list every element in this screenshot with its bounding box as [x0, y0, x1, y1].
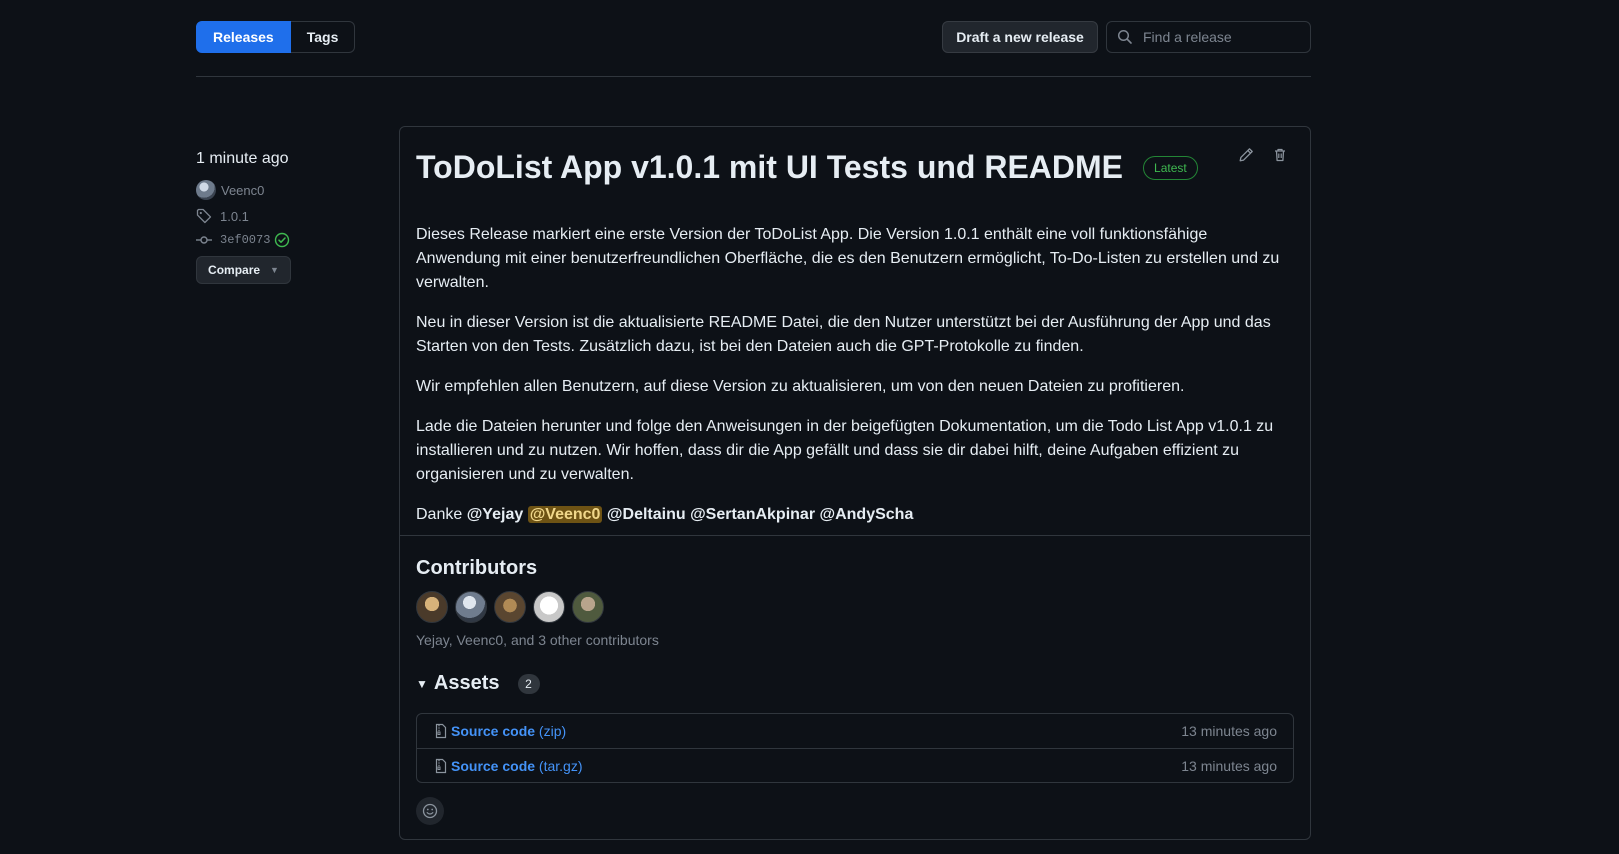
- tag-name[interactable]: 1.0.1: [220, 209, 249, 224]
- release-title[interactable]: ToDoList App v1.0.1 mit UI Tests und REA…: [416, 149, 1123, 186]
- avatar[interactable]: [494, 591, 526, 623]
- contributors-summary: Yejay, Veenc0, and 3 other contributors: [416, 632, 659, 648]
- draft-release-button[interactable]: Draft a new release: [942, 21, 1098, 53]
- commit-row[interactable]: 3ef0073: [196, 232, 376, 248]
- trash-icon[interactable]: [1272, 147, 1288, 163]
- author-name[interactable]: Veenc0: [221, 183, 264, 198]
- commit-hash[interactable]: 3ef0073: [220, 233, 270, 247]
- mention-andyscha[interactable]: @AndyScha: [820, 506, 914, 523]
- release-search: [1106, 21, 1311, 53]
- avatar[interactable]: [533, 591, 565, 623]
- file-zip-icon: [435, 758, 447, 773]
- avatar[interactable]: [455, 591, 487, 623]
- list-item: Source code (tar.gz) 13 minutes ago: [417, 748, 1293, 782]
- search-input[interactable]: [1141, 28, 1301, 46]
- assets-count-badge: 2: [517, 673, 540, 694]
- release-time: 1 minute ago: [196, 150, 289, 167]
- edit-pencil-icon[interactable]: [1238, 147, 1254, 163]
- assets-toggle[interactable]: ▼ Assets 2: [416, 672, 540, 695]
- asset-name: Source code: [451, 757, 536, 774]
- check-circle-icon: [275, 232, 290, 248]
- assets-heading: Assets: [433, 672, 500, 694]
- add-reaction-button[interactable]: [416, 797, 444, 825]
- latest-badge: Latest: [1143, 155, 1198, 180]
- release-title-row: ToDoList App v1.0.1 mit UI Tests und REA…: [416, 149, 1198, 186]
- tag-row[interactable]: 1.0.1: [196, 208, 376, 224]
- release-notes: Dieses Release markiert eine erste Versi…: [416, 223, 1286, 543]
- tab-tags[interactable]: Tags: [290, 21, 356, 53]
- tab-releases[interactable]: Releases: [196, 21, 291, 53]
- mention-deltainu[interactable]: @Deltainu: [607, 506, 686, 523]
- releases-tags-subnav: Releases Tags: [196, 21, 356, 53]
- asset-ext: (tar.gz): [538, 757, 583, 774]
- smiley-icon: [422, 803, 438, 819]
- notes-paragraph: Lade die Dateien herunter und folge den …: [416, 418, 1274, 483]
- avatar[interactable]: [416, 591, 448, 623]
- search-icon: [1117, 29, 1132, 44]
- mention-yejay[interactable]: @Yejay: [467, 506, 524, 523]
- asset-name: Source code: [451, 723, 536, 739]
- header-divider: [196, 76, 1311, 77]
- notes-paragraph: Dieses Release markiert eine erste Versi…: [416, 226, 1280, 291]
- compare-button[interactable]: Compare ▼: [196, 256, 291, 284]
- chevron-down-icon: ▼: [270, 265, 279, 275]
- thanks-line: Danke @Yejay @Veenc0 @Deltainu @SertanAk…: [416, 503, 1286, 527]
- release-actions: [1238, 147, 1288, 163]
- list-item: Source code (zip) 13 minutes ago: [417, 714, 1293, 748]
- compare-label: Compare: [208, 263, 261, 277]
- asset-link-targz[interactable]: Source code (tar.gz): [451, 758, 583, 774]
- author-row[interactable]: Veenc0: [196, 180, 376, 200]
- tag-icon: [196, 208, 212, 224]
- release-meta: 1 minute ago Veenc0 1.0.1 3ef0073 Compar…: [196, 150, 376, 284]
- assets-list: Source code (zip) 13 minutes ago Source …: [416, 713, 1294, 783]
- notes-paragraph: Wir empfehlen allen Benutzern, auf diese…: [416, 378, 1185, 395]
- release-card: ToDoList App v1.0.1 mit UI Tests und REA…: [399, 126, 1311, 840]
- asset-time: 13 minutes ago: [1181, 723, 1277, 739]
- avatar[interactable]: [572, 591, 604, 623]
- contributor-avatars: [416, 591, 604, 623]
- author-avatar: [196, 180, 216, 200]
- notes-paragraph: Neu in dieser Version ist die aktualisie…: [416, 314, 1271, 355]
- mention-veenc0[interactable]: @Veenc0: [527, 506, 603, 523]
- file-zip-icon: [435, 723, 447, 739]
- triangle-down-icon: ▼: [416, 676, 428, 691]
- commit-icon: [196, 236, 212, 244]
- asset-time: 13 minutes ago: [1181, 757, 1277, 774]
- asset-ext: (zip): [538, 723, 567, 739]
- section-divider: [400, 535, 1310, 536]
- releases-page: Releases Tags Draft a new release 1 minu…: [0, 0, 1619, 854]
- contributors-heading: Contributors: [416, 557, 538, 579]
- asset-link-zip[interactable]: Source code (zip): [451, 723, 566, 739]
- mention-sertanakpinar[interactable]: @SertanAkpinar: [690, 506, 815, 523]
- thanks-prefix: Danke: [416, 506, 463, 523]
